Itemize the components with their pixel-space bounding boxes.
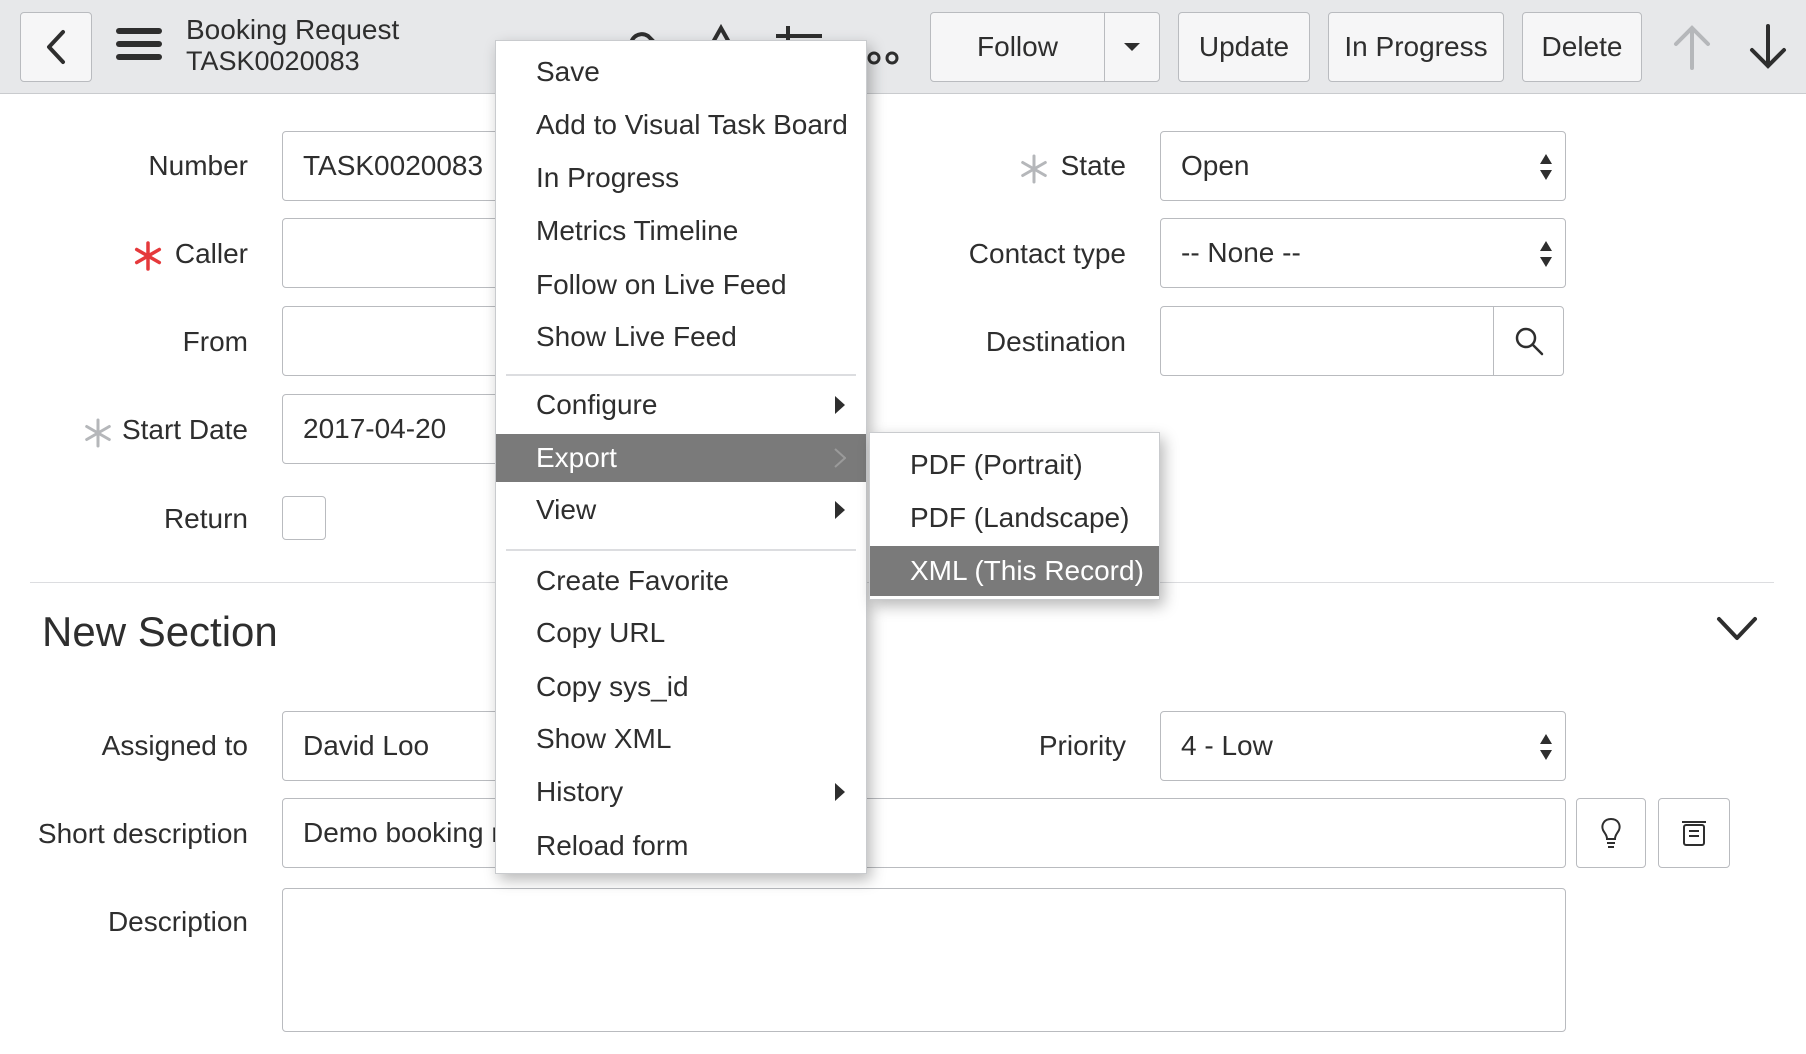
back-button[interactable] xyxy=(20,12,92,82)
menu-item-label: View xyxy=(536,494,597,525)
form-header: Booking Request TASK0020083 Follow Updat… xyxy=(0,0,1806,94)
menu-item-follow-on-live-feed[interactable]: Follow on Live Feed xyxy=(496,261,866,309)
delete-button[interactable]: Delete xyxy=(1522,12,1642,82)
in-progress-button[interactable]: In Progress xyxy=(1328,12,1504,82)
submenu-arrow-icon xyxy=(835,396,845,414)
select-arrows-icon xyxy=(1540,241,1552,267)
menu-item-metrics-timeline[interactable]: Metrics Timeline xyxy=(496,207,866,255)
from-label: From xyxy=(182,326,248,357)
destination-search-button[interactable] xyxy=(1493,306,1564,376)
return-checkbox[interactable] xyxy=(282,496,326,540)
priority-label: Priority xyxy=(1038,730,1126,761)
description-label: Description xyxy=(107,906,248,937)
hamburger-menu-icon[interactable] xyxy=(116,28,162,66)
submenu-arrow-icon xyxy=(835,783,845,801)
menu-item-label: Export xyxy=(536,442,617,473)
state-value: Open xyxy=(1181,150,1250,181)
from-field[interactable] xyxy=(282,306,522,376)
menu-separator xyxy=(506,374,856,376)
archive-icon xyxy=(1682,821,1706,846)
context-menu: Save Add to Visual Task Board In Progres… xyxy=(495,40,867,874)
submenu-item-pdf-landscape[interactable]: PDF (Landscape) xyxy=(870,493,1159,543)
select-arrows-icon xyxy=(1540,734,1552,760)
select-arrows-icon xyxy=(1540,154,1552,180)
follow-button[interactable]: Follow xyxy=(931,13,1105,81)
contact-type-value: -- None -- xyxy=(1181,237,1301,268)
caller-field[interactable] xyxy=(282,218,522,288)
record-title: Booking Request xyxy=(186,14,400,45)
menu-item-show-live-feed[interactable]: Show Live Feed xyxy=(496,313,866,361)
menu-item-in-progress[interactable]: In Progress xyxy=(496,154,866,202)
return-label: Return xyxy=(163,503,248,534)
priority-value: 4 - Low xyxy=(1181,730,1273,761)
menu-item-export[interactable]: Export xyxy=(496,434,866,482)
arrow-down-icon[interactable] xyxy=(1748,24,1788,70)
menu-item-view[interactable]: View xyxy=(496,486,866,534)
section-title: New Section xyxy=(42,608,278,655)
menu-item-history[interactable]: History xyxy=(496,768,866,816)
short-description-field[interactable]: Demo booking r xyxy=(282,798,1566,868)
menu-item-label: Configure xyxy=(536,389,658,420)
follow-dropdown-button[interactable] xyxy=(1105,13,1159,81)
assigned-to-field[interactable]: David Loo xyxy=(282,711,522,781)
more-options-icon[interactable] xyxy=(866,38,902,78)
start-date-label: Start Date xyxy=(121,414,248,445)
menu-item-copy-url[interactable]: Copy URL xyxy=(496,609,866,657)
menu-item-configure[interactable]: Configure xyxy=(496,381,866,429)
state-select[interactable]: Open xyxy=(1160,131,1566,201)
short-description-label: Short description xyxy=(37,818,248,849)
update-button[interactable]: Update xyxy=(1178,12,1310,82)
arrow-up-icon[interactable] xyxy=(1672,24,1712,70)
submenu-arrow-icon xyxy=(835,501,845,519)
suggestion-button[interactable] xyxy=(1576,798,1646,868)
menu-item-label: History xyxy=(536,776,624,807)
menu-item-add-to-visual-task-board[interactable]: Add to Visual Task Board xyxy=(496,101,866,149)
lightbulb-icon xyxy=(1601,817,1621,848)
number-field[interactable]: TASK0020083 xyxy=(282,131,522,201)
menu-item-copy-sys-id[interactable]: Copy sys_id xyxy=(496,663,866,711)
menu-item-save[interactable]: Save xyxy=(496,48,866,96)
search-icon xyxy=(1515,327,1543,356)
contact-type-label: Contact type xyxy=(968,238,1126,269)
export-submenu: PDF (Portrait) PDF (Landscape) XML (This… xyxy=(869,432,1160,600)
template-button[interactable] xyxy=(1658,798,1730,868)
chevron-down-icon[interactable] xyxy=(1716,616,1758,642)
priority-select[interactable]: 4 - Low xyxy=(1160,711,1566,781)
contact-type-select[interactable]: -- None -- xyxy=(1160,218,1566,288)
submenu-arrow-icon xyxy=(834,448,846,468)
assigned-to-label: Assigned to xyxy=(101,730,248,761)
menu-item-show-xml[interactable]: Show XML xyxy=(496,715,866,763)
start-date-field[interactable]: 2017-04-20 xyxy=(282,394,522,464)
caret-down-icon xyxy=(1124,43,1140,51)
caller-label: Caller xyxy=(174,238,248,269)
submenu-item-xml-this-record[interactable]: XML (This Record) xyxy=(870,546,1159,596)
state-label: State xyxy=(1060,150,1126,181)
destination-label: Destination xyxy=(985,326,1126,357)
destination-field[interactable] xyxy=(1160,306,1496,376)
submenu-item-pdf-portrait[interactable]: PDF (Portrait) xyxy=(870,440,1159,490)
menu-separator xyxy=(506,549,856,551)
description-textarea[interactable] xyxy=(282,888,1566,1032)
record-number: TASK0020083 xyxy=(186,46,360,76)
menu-item-create-favorite[interactable]: Create Favorite xyxy=(496,557,866,605)
menu-item-reload-form[interactable]: Reload form xyxy=(496,822,866,870)
number-label: Number xyxy=(148,150,248,181)
follow-button-group: Follow xyxy=(930,12,1160,82)
chevron-left-icon xyxy=(47,30,65,64)
